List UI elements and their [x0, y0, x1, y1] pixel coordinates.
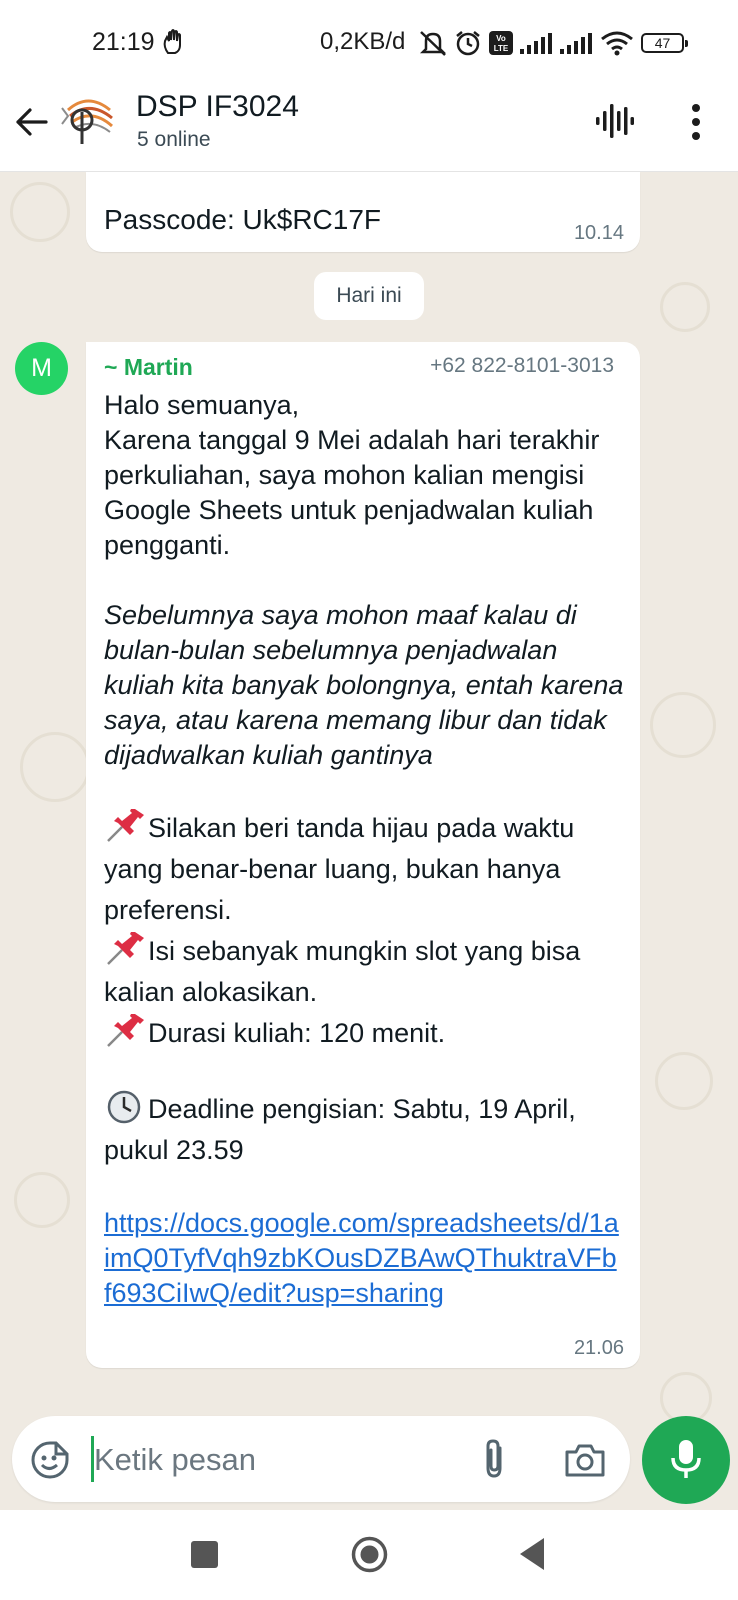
status-bar: 21:19 0,2KB/d Vo LTE 47 [0, 0, 738, 84]
wallpaper-doodle [14, 1172, 70, 1228]
status-time: 21:19 [92, 28, 155, 56]
message-body: Halo semuanya, Karena tanggal 9 Mei adal… [104, 388, 624, 1311]
signal-icon [560, 33, 592, 54]
wallpaper-doodle [650, 692, 716, 758]
bullet-text: Isi sebanyak mungkin slot yang bisa kali… [104, 936, 581, 1007]
svg-text:Vo: Vo [496, 34, 506, 43]
sender-phone: +62 822-8101-3013 [430, 354, 614, 377]
bullet-item: Silakan beri tanda hijau pada waktu yang… [104, 808, 624, 931]
hand-icon [163, 29, 181, 54]
volte-icon: VoLTE [489, 31, 513, 55]
chat-header: DSP IF3024 5 online [0, 84, 738, 172]
message-paragraph-italic: Sebelumnya saya mohon maaf kalau di bula… [104, 600, 624, 770]
message-text: Passcode: Uk$RC17F [104, 204, 382, 235]
composer-bar: Ketik pesan [0, 1400, 738, 1510]
pushpin-icon [107, 1014, 144, 1047]
microphone-icon [671, 1440, 701, 1478]
network-speed: 0,2KB/d [320, 28, 406, 55]
wifi-icon [601, 31, 633, 56]
chat-title[interactable]: DSP IF3024 [136, 90, 299, 124]
date-chip: Hari ini [314, 272, 424, 320]
pushpin-icon [107, 809, 144, 842]
sender-avatar[interactable]: M [15, 342, 68, 395]
bullet-text: Silakan beri tanda hijau pada waktu yang… [104, 813, 575, 925]
message-paragraph: Karena tanggal 9 Mei adalah hari terakhi… [104, 425, 600, 560]
clock-icon [107, 1090, 141, 1124]
more-menu-icon[interactable] [680, 100, 712, 144]
recents-button[interactable] [191, 1541, 218, 1568]
mic-button[interactable] [642, 1416, 730, 1504]
chat-subtitle: 5 online [137, 128, 211, 151]
message-bubble[interactable]: Passcode: Uk$RC17F 10.14 [86, 172, 640, 252]
mute-icon [419, 31, 447, 56]
bullet-text: Durasi kuliah: 120 menit. [148, 1018, 446, 1048]
status-icons: Vo LTE [418, 28, 634, 58]
signal-icon [520, 33, 552, 54]
sender-name[interactable]: ~ Martin [104, 354, 193, 381]
wallpaper-doodle [10, 182, 70, 242]
back-button[interactable] [518, 1536, 546, 1572]
camera-icon[interactable] [564, 1440, 606, 1480]
wallpaper-doodle [660, 282, 710, 332]
system-nav-bar [0, 1510, 738, 1600]
deadline-text: Deadline pengisian: Sabtu, 19 April, puk… [104, 1094, 576, 1165]
alarm-icon [456, 31, 480, 56]
sheets-link[interactable]: https://docs.google.com/spreadsheets/d/1… [104, 1206, 624, 1311]
bullet-item: Durasi kuliah: 120 menit. [104, 1013, 624, 1054]
wallpaper-doodle [655, 1052, 713, 1110]
message-time: 21.06 [573, 1337, 624, 1359]
attach-icon[interactable] [476, 1438, 512, 1480]
voice-chat-icon[interactable] [596, 102, 634, 140]
message-time: 10.14 [573, 222, 624, 244]
pushpin-icon [107, 932, 144, 965]
wallpaper-doodle [20, 732, 90, 802]
deadline-item: Deadline pengisian: Sabtu, 19 April, puk… [104, 1089, 624, 1171]
message-bubble[interactable]: ~ Martin +62 822-8101-3013 Halo semuanya… [86, 342, 640, 1368]
back-arrow-icon[interactable] [12, 102, 52, 142]
message-input[interactable]: Ketik pesan [12, 1416, 630, 1502]
home-button[interactable] [351, 1536, 388, 1573]
input-placeholder: Ketik pesan [94, 1442, 256, 1477]
battery-icon: 47 [641, 33, 688, 53]
group-avatar[interactable] [54, 88, 118, 152]
chat-area[interactable]: Passcode: Uk$RC17F 10.14 Hari ini M ~ Ma… [0, 172, 738, 1510]
sticker-emoji-icon[interactable] [30, 1440, 70, 1480]
svg-text:LTE: LTE [494, 44, 509, 53]
bullet-item: Isi sebanyak mungkin slot yang bisa kali… [104, 931, 624, 1013]
message-greeting: Halo semuanya, [104, 390, 300, 420]
